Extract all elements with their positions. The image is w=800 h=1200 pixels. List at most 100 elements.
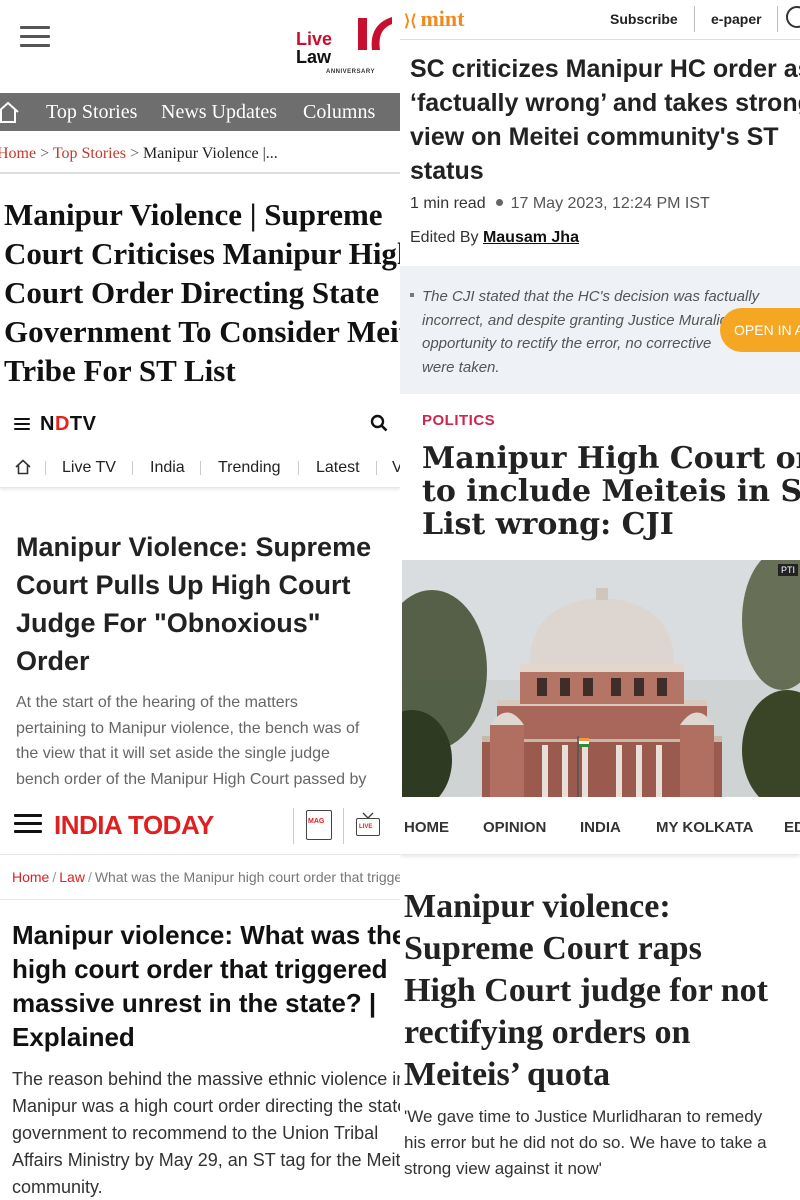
article-deck: 'We gave time to Justice Murlidharan to … (404, 1104, 800, 1182)
logo-letters: TV (69, 413, 97, 435)
summary-line: The reason behind the massive ethnic vio… (12, 1069, 400, 1089)
hindu-article-screenshot: POLITICS Manipur High Court order to inc… (400, 400, 800, 800)
breadcrumb-separator: > (36, 145, 53, 162)
menu-icon[interactable] (14, 814, 42, 838)
category-label[interactable]: POLITICS (422, 412, 495, 430)
headline-line: Supreme Court raps (404, 930, 702, 967)
nav-india[interactable]: INDIA (580, 819, 621, 837)
breadcrumb-current: Manipur Violence |... (142, 145, 278, 162)
headline-line: Judge For "Obnoxious" (16, 608, 321, 638)
home-icon[interactable] (0, 101, 20, 128)
deck-line: his error but he did not do so. We have … (404, 1133, 767, 1152)
mint-article-screenshot: ⟩⟨ mint Subscribe e-paper SC criticizes … (400, 0, 800, 400)
indiatoday-logo[interactable]: INDIA TODAY (54, 808, 214, 842)
ndtv-article-screenshot: NDTV Live TV India Trending Latest Video… (0, 400, 400, 800)
divider (0, 172, 400, 174)
magazine-label: MAG (308, 818, 325, 825)
deck-line: strong view against it now' (404, 1159, 602, 1178)
menu-icon[interactable] (14, 418, 30, 433)
summary-line: community. (12, 1177, 103, 1197)
nav-my-kolkata[interactable]: MY KOLKATA (656, 819, 754, 837)
mint-logo-mark-icon: ⟩⟨ (404, 13, 421, 30)
divider (200, 461, 201, 475)
bullet-icon (410, 293, 414, 297)
tab-videos[interactable]: Videos (392, 458, 400, 478)
headline-line: Manipur Violence | Supreme (4, 197, 383, 232)
article-summary: At the start of the hearing of the matte… (16, 690, 400, 792)
headline-line: Manipur High Court order (422, 441, 800, 476)
summary-line: the view that it will set aside the sing… (16, 745, 330, 762)
tab-trending[interactable]: Trending (218, 458, 281, 478)
headline-line: SC criticizes Manipur HC order as (410, 55, 800, 83)
headline-line: Government To Consider Meitei (4, 314, 400, 349)
headline-line: Explained (12, 1022, 135, 1052)
divider (376, 461, 377, 475)
ndtv-header: NDTV (0, 400, 400, 446)
nav-edit[interactable]: EDIT (784, 819, 800, 837)
headline-line: rectifying orders on (404, 1014, 691, 1051)
live-label: LIVE (359, 824, 373, 830)
nav-news-updates[interactable]: News Updates (161, 101, 277, 123)
breadcrumb: Home / Law / What was the Manipur high court… (12, 868, 400, 886)
article-headline: Manipur Violence: Supreme Court Pulls Up… (16, 528, 396, 680)
headline-line: Manipur Violence: Supreme (16, 532, 372, 562)
summary-line: pertaining to Manipur violence, the benc… (16, 719, 360, 737)
breadcrumb-top-stories[interactable]: Top Stories (53, 145, 126, 162)
photo-credit: PTI (777, 564, 798, 576)
summary-line: bench order of the Manipur High Court pa… (16, 770, 367, 788)
ndtv-logo[interactable]: NDTV (40, 412, 96, 436)
tab-latest[interactable]: Latest (316, 458, 360, 478)
logo-word-live: Live (296, 29, 333, 49)
headline-line: high court order that triggered (12, 954, 388, 984)
headline-line: ‘factually wrong’ and takes strong (410, 89, 800, 117)
summary-line: were taken. (422, 358, 500, 376)
headline-line: List wrong: CJI (422, 507, 674, 542)
breadcrumb-home[interactable]: Home (0, 145, 36, 162)
headline-line: High Court judge for not (404, 972, 768, 1009)
home-icon[interactable] (14, 458, 32, 481)
nav-home[interactable]: HOME (404, 819, 449, 837)
divider (45, 461, 46, 475)
summary-line: The CJI stated that the HC's decision wa… (422, 288, 760, 305)
breadcrumb-home[interactable]: Home (12, 869, 49, 885)
telegraph-nav-bar: HOME OPINION INDIA MY KOLKATA EDIT (400, 800, 800, 854)
mint-header: ⟩⟨ mint Subscribe e-paper (400, 0, 800, 40)
breadcrumb-law[interactable]: Law (59, 869, 85, 885)
divider (777, 6, 778, 32)
nav-columns[interactable]: Columns (303, 101, 375, 123)
user-account-icon[interactable] (786, 6, 800, 28)
epaper-link[interactable]: e-paper (711, 10, 762, 28)
editor-link[interactable]: Mausam Jha (483, 229, 579, 246)
breadcrumb-separator: / (52, 869, 57, 885)
supreme-court-photo: PTI (402, 560, 800, 797)
search-icon[interactable] (370, 414, 388, 437)
publish-date: 17 May 2023, 12:24 PM IST (510, 195, 710, 212)
nav-top-stories[interactable]: Top Stories (46, 101, 137, 123)
deck-line: 'We gave time to Justice Murlidharan to … (404, 1107, 763, 1126)
tab-india[interactable]: India (150, 458, 185, 478)
headline-line: status (410, 157, 484, 185)
article-headline: Manipur High Court order to include Meit… (422, 442, 800, 541)
logo-letter-red: D (54, 413, 70, 435)
summary-line: Affairs Ministry by May 29, an ST tag fo… (12, 1150, 400, 1170)
magazine-icon[interactable]: MAG (306, 810, 332, 840)
logo-letter: N (40, 413, 55, 435)
livelaw-logo[interactable]: Live Law ANNIVERSARY (296, 14, 400, 78)
indiatoday-article-screenshot: INDIA TODAY MAG LIVE Home / Law / What was t… (0, 800, 400, 1200)
nav-opinion[interactable]: OPINION (483, 819, 546, 837)
headline-line: Court Order Directing State (4, 275, 380, 310)
mint-logo-text: mint (420, 6, 465, 31)
menu-icon[interactable] (20, 26, 50, 53)
live-tv-icon[interactable]: LIVE (356, 812, 380, 838)
summary-line: government to recommend to the Union Tri… (12, 1123, 379, 1143)
logo-anniversary-tag: ANNIVERSARY (326, 69, 375, 75)
mint-logo[interactable]: ⟩⟨ mint (404, 6, 464, 35)
tab-live-tv[interactable]: Live TV (62, 458, 116, 478)
breadcrumb-separator: / (87, 869, 92, 885)
headline-line: Manipur violence: (404, 888, 671, 925)
headline-line: massive unrest in the state? | (12, 988, 377, 1018)
divider (694, 6, 695, 32)
editor-byline: Edited By Mausam Jha (410, 228, 579, 248)
subscribe-button[interactable]: Subscribe (610, 10, 678, 28)
open-in-app-button[interactable]: OPEN IN APP (720, 308, 800, 352)
